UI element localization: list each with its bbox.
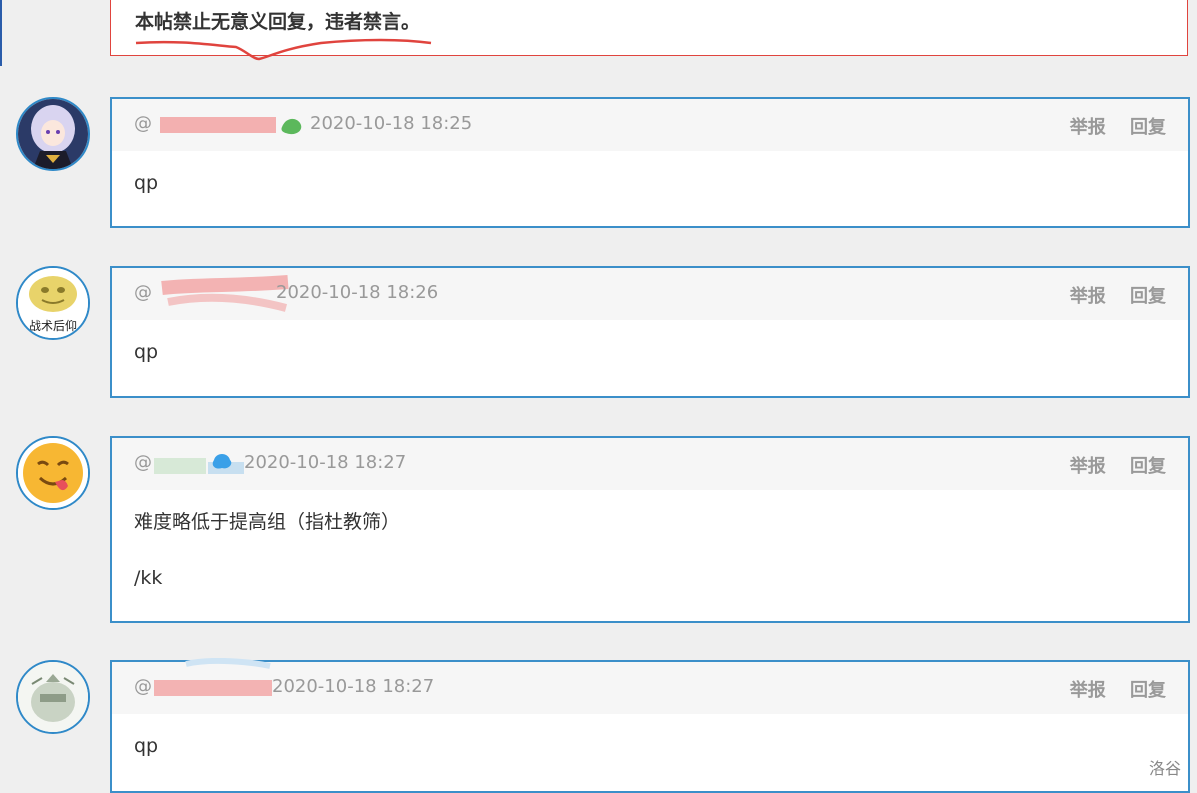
comment-text: qp [134, 172, 159, 194]
left-accent-rule [0, 0, 2, 66]
comment-body: qp [112, 151, 1188, 193]
comment-actions: 举报 回复 [1052, 282, 1166, 308]
anime-girl-avatar-icon [18, 99, 88, 169]
comment-text: qp [134, 341, 159, 363]
report-button[interactable]: 举报 [1070, 456, 1106, 477]
comment-header: @ 2020-10-18 18:25 举报 回复 [112, 99, 1188, 151]
comment-time: 2020-10-18 18:27 [272, 676, 435, 697]
comment-item: @ 2020-10-18 18:27 举报 回复 难度略低于提高组（指杜教筛） … [16, 436, 1190, 623]
comment-card: @ 2020-10-18 18:27 举报 回复 难度略低于提高组（指杜教筛） … [110, 436, 1190, 623]
mention-at: @ [134, 282, 152, 303]
money-bag-avatar-icon [18, 662, 88, 732]
comment-header: @ 2020-10-18 18:27 举报 回复 [112, 658, 1188, 714]
comment-item: @ 2020-10-18 18:25 举报 回复 qp [16, 97, 1190, 228]
site-watermark: 洛谷 [1148, 759, 1181, 778]
report-button[interactable]: 举报 [1070, 680, 1106, 701]
avatar[interactable]: 战术后仰 [16, 266, 90, 340]
comment-actions: 举报 回复 [1052, 113, 1166, 139]
comment-time: 2020-10-18 18:26 [276, 282, 439, 303]
meme-face-avatar-icon: 战术后仰 [18, 268, 88, 338]
comment-text: qp [134, 735, 159, 757]
comment-actions: 举报 回复 [1052, 676, 1166, 702]
mention-at: @ [134, 452, 152, 473]
reply-button[interactable]: 回复 [1130, 286, 1166, 307]
comment-item: @ 2020-10-18 18:27 举报 回复 qp [16, 658, 1190, 793]
comment-time: 2020-10-18 18:27 [244, 452, 407, 473]
comment-body: qp [112, 714, 1188, 756]
comment-item: 战术后仰 @ 2020-10-18 18:26 举报 回复 qp [16, 266, 1190, 398]
reply-button[interactable]: 回复 [1130, 456, 1166, 477]
report-button[interactable]: 举报 [1070, 286, 1106, 307]
comment-card: @ 2020-10-18 18:27 举报 回复 qp [110, 658, 1190, 793]
redacted-username[interactable] [152, 658, 282, 700]
pinned-notice: 本帖禁止无意义回复，违者禁言。 [110, 0, 1188, 61]
redacted-username[interactable] [152, 454, 252, 476]
report-button[interactable]: 举报 [1070, 117, 1106, 138]
comment-actions: 举报 回复 [1052, 452, 1166, 478]
redacted-username[interactable] [158, 115, 308, 137]
mention-at: @ [134, 676, 152, 697]
comment-text: 难度略低于提高组（指杜教筛） [134, 511, 401, 533]
comment-text: /kk [134, 567, 163, 589]
avatar[interactable] [16, 660, 90, 734]
red-underline-scribble [135, 38, 432, 61]
comment-header: @ 2020-10-18 18:26 举报 回复 [112, 268, 1188, 320]
avatar[interactable] [16, 436, 90, 510]
comment-time: 2020-10-18 18:25 [310, 113, 473, 134]
avatar-caption: 战术后仰 [29, 318, 77, 333]
comment-body: qp [112, 320, 1188, 362]
comment-header: @ 2020-10-18 18:27 举报 回复 [112, 438, 1188, 490]
mention-at: @ [134, 113, 152, 134]
tongue-emoji-avatar-icon [18, 438, 88, 508]
comment-card: @ 2020-10-18 18:26 举报 回复 qp [110, 266, 1190, 398]
reply-button[interactable]: 回复 [1130, 117, 1166, 138]
reply-button[interactable]: 回复 [1130, 680, 1166, 701]
avatar[interactable] [16, 97, 90, 171]
comment-body: 难度略低于提高组（指杜教筛） /kk [112, 490, 1188, 588]
comment-card: @ 2020-10-18 18:25 举报 回复 qp [110, 97, 1190, 228]
